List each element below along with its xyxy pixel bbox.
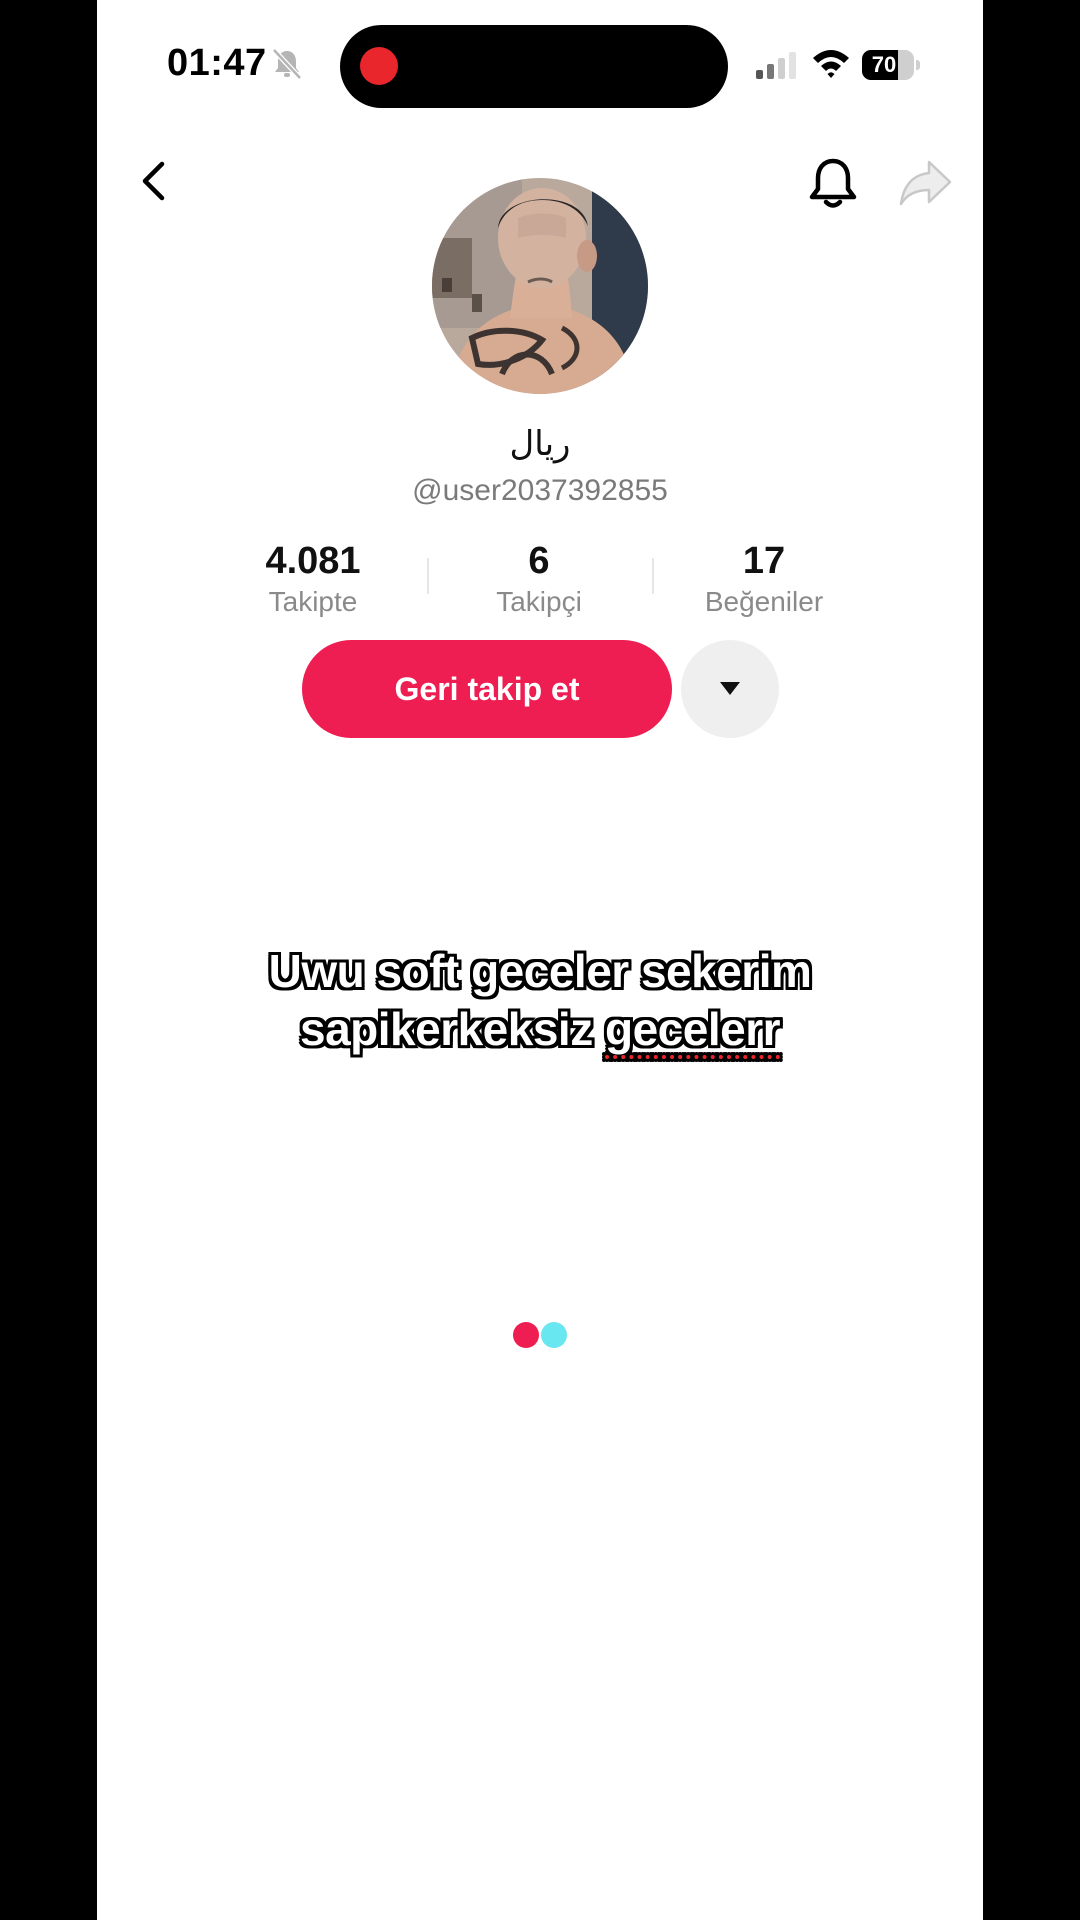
stat-followers-label: Takipçi bbox=[496, 586, 582, 617]
battery-icon: 70 bbox=[862, 50, 920, 80]
share-arrow-icon bbox=[899, 160, 952, 206]
profile-page: 01:47 70 ريال @user2037392855 4.081 Taki… bbox=[97, 0, 983, 1920]
notification-bell-button[interactable] bbox=[807, 155, 859, 211]
cellular-signal-icon bbox=[756, 52, 796, 79]
more-options-dropdown-button[interactable] bbox=[681, 640, 779, 738]
share-button[interactable] bbox=[897, 158, 953, 208]
loader-dot-cyan bbox=[541, 1322, 567, 1348]
caret-down-icon bbox=[720, 682, 740, 695]
silent-mode-icon bbox=[272, 48, 302, 80]
stat-followers[interactable]: 6 Takipçi bbox=[444, 538, 634, 620]
video-caption-overlay: Uwu soft geceler sekerim sapikerkeksiz g… bbox=[97, 942, 983, 1058]
back-button[interactable] bbox=[132, 158, 178, 204]
caption-line-1: Uwu soft geceler sekerim bbox=[268, 945, 812, 997]
stat-divider bbox=[427, 558, 429, 594]
recording-indicator bbox=[360, 47, 398, 85]
profile-stats: 4.081 Takipte 6 Takipçi 17 Beğeniler bbox=[97, 538, 983, 618]
dynamic-island bbox=[340, 25, 728, 108]
display-name: ريال bbox=[509, 424, 571, 464]
status-bar: 01:47 70 bbox=[97, 0, 983, 130]
stat-likes-value: 17 bbox=[742, 540, 786, 582]
status-time: 01:47 bbox=[167, 42, 267, 84]
battery-cap bbox=[916, 60, 920, 70]
username: @user2037392855 bbox=[412, 474, 668, 507]
avatar-photo bbox=[432, 178, 648, 394]
stat-likes[interactable]: 17 Beğeniler bbox=[669, 538, 859, 620]
stat-following-value: 4.081 bbox=[265, 540, 361, 582]
follow-back-button[interactable]: Geri takip et bbox=[302, 640, 672, 738]
stat-following-label: Takipte bbox=[268, 586, 358, 617]
avatar[interactable] bbox=[432, 178, 648, 394]
wifi-icon bbox=[813, 50, 849, 78]
bell-icon bbox=[809, 158, 857, 208]
caption-misspelled-word: gecelerr bbox=[605, 1003, 781, 1055]
caption-line-2-text: sapikerkeksiz bbox=[299, 1003, 605, 1055]
screen: 01:47 70 ريال @user2037392855 4.081 Taki… bbox=[0, 0, 1080, 1920]
battery-level: 70 bbox=[871, 52, 897, 77]
caption-line-2: sapikerkeksiz gecelerr bbox=[97, 1000, 983, 1058]
loading-indicator bbox=[513, 1322, 573, 1350]
loader-dot-pink bbox=[513, 1322, 539, 1348]
battery-body: 70 bbox=[862, 50, 914, 80]
stat-divider bbox=[652, 558, 654, 594]
stat-followers-value: 6 bbox=[528, 540, 550, 582]
stat-following[interactable]: 4.081 Takipte bbox=[218, 538, 408, 620]
stat-likes-label: Beğeniler bbox=[704, 586, 824, 617]
